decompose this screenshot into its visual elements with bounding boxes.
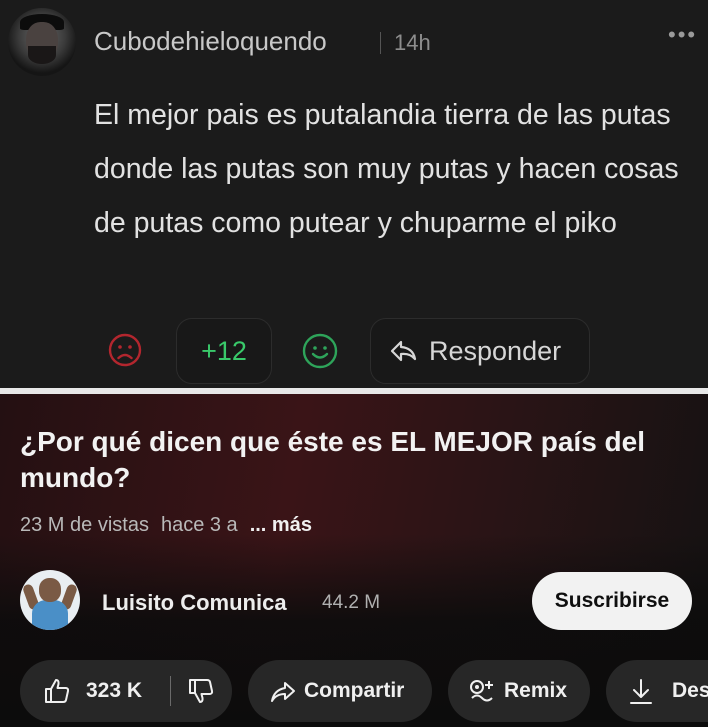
thumbs-down-icon[interactable] <box>188 678 214 704</box>
like-dislike-button[interactable]: 323 K <box>20 660 232 722</box>
comment-time: 14h <box>394 30 431 55</box>
download-label: Des <box>672 679 708 702</box>
share-arrow-icon <box>270 680 296 704</box>
like-separator <box>170 676 171 706</box>
channel-name[interactable]: Luisito Comunica <box>102 590 287 616</box>
download-icon <box>628 678 654 706</box>
comment-text: El mejor pais es putalandia tierra de la… <box>94 99 679 239</box>
like-face-icon[interactable] <box>302 333 338 369</box>
video-info-panel: ¿Por qué dicen que éste es EL MEJOR país… <box>0 394 708 727</box>
thumbs-up-icon[interactable] <box>44 678 70 704</box>
like-count: 323 K <box>86 679 143 702</box>
comment-username[interactable]: Cubodehieloquendo <box>94 26 327 57</box>
share-button[interactable]: Compartir <box>248 660 432 722</box>
more-link[interactable]: ... más <box>250 514 312 536</box>
username-separator <box>380 32 381 54</box>
dislike-face-icon[interactable] <box>108 333 142 367</box>
video-meta[interactable]: 23 M de vistas hace 3 a ... más <box>20 514 312 537</box>
subscriber-count: 44.2 M <box>322 592 381 613</box>
subscribe-button[interactable]: Suscribirse <box>532 572 692 630</box>
comment-card: Cubodehieloquendo 14h ••• El mejor pais … <box>0 0 708 388</box>
avatar-beard <box>28 46 56 64</box>
download-button[interactable]: Des <box>606 660 708 722</box>
commenter-avatar[interactable] <box>8 8 76 76</box>
reply-label: Responder <box>429 336 562 366</box>
view-count: 23 M de vistas <box>20 514 149 536</box>
channel-avatar[interactable] <box>20 570 80 630</box>
vote-count-pill: +12 <box>176 318 272 384</box>
avatar-head <box>39 578 61 602</box>
remix-icon <box>468 678 496 706</box>
reply-button[interactable]: Responder <box>370 318 590 384</box>
upload-age: hace 3 a <box>160 514 238 536</box>
more-dots-icon[interactable]: ••• <box>668 22 697 48</box>
remix-button[interactable]: Remix <box>448 660 590 722</box>
avatar-shirt <box>32 600 68 630</box>
reply-arrow-icon <box>389 339 417 363</box>
share-label: Compartir <box>304 679 405 702</box>
remix-label: Remix <box>504 679 568 702</box>
video-title[interactable]: ¿Por qué dicen que éste es EL MEJOR país… <box>20 424 690 496</box>
vote-count: +12 <box>201 336 247 366</box>
